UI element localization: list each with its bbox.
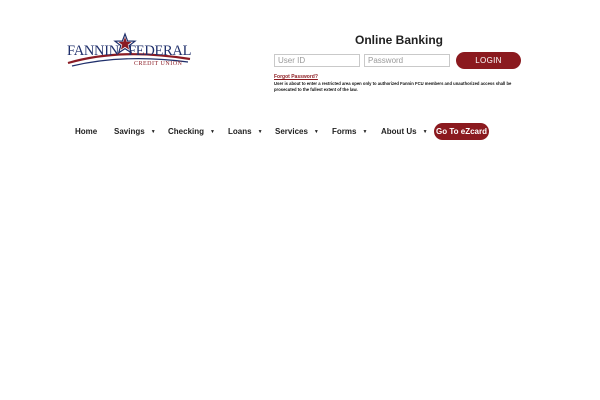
nav-item-label: Checking [168,127,205,136]
caret-down-icon: ▼ [150,129,156,135]
forgot-password-link[interactable]: Forgot Password? [274,74,318,80]
logo-word-federal: FEDERAL [128,43,192,59]
nav-item-about-us[interactable]: About Us ▼ [381,122,428,142]
logo-subtitle: CREDIT UNION [134,61,183,67]
main-navigation: Home Savings ▼ Checking ▼ Loans ▼ Services ▼… [0,122,600,142]
caret-down-icon: ▼ [257,129,263,135]
caret-down-icon: ▼ [313,129,319,135]
nav-item-label: Forms [332,127,357,136]
login-button[interactable]: LOGIN [456,52,521,69]
fannin-federal-logo[interactable]: FANNIN FEDERAL CREDIT UNION [66,32,194,72]
nav-item-services[interactable]: Services ▼ [275,122,319,142]
user-id-input[interactable] [274,54,360,67]
go-to-ezcard-button[interactable]: Go To eZcard [434,123,489,140]
restricted-access-notice: User is about to enter a restricted area… [274,81,512,92]
nav-item-home[interactable]: Home [75,122,97,142]
password-input[interactable] [364,54,450,67]
nav-item-label: Loans [228,127,252,136]
nav-item-loans[interactable]: Loans ▼ [228,122,263,142]
nav-item-forms[interactable]: Forms ▼ [332,122,367,142]
caret-down-icon: ▼ [422,129,428,135]
nav-item-label: Savings [114,127,145,136]
nav-item-checking[interactable]: Checking ▼ [168,122,215,142]
caret-down-icon: ▼ [362,129,368,135]
online-banking-title: Online Banking [354,33,443,47]
caret-down-icon: ▼ [210,129,215,135]
nav-item-label: Services [275,127,308,136]
nav-item-label: About Us [381,127,417,136]
logo-word-fannin: FANNIN [67,43,119,59]
nav-item-label: Home [75,127,98,136]
nav-item-savings[interactable]: Savings ▼ [114,122,156,142]
